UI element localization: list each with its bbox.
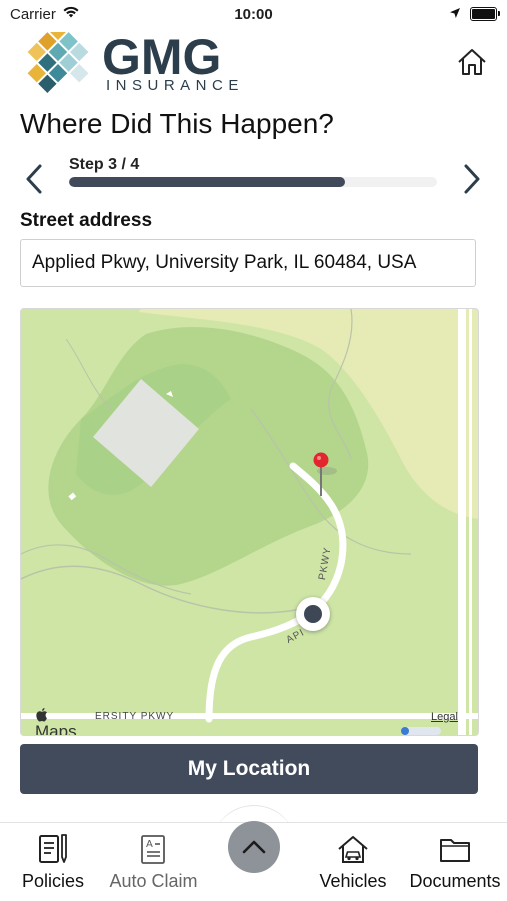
apple-maps-attribution: Maps <box>35 707 77 736</box>
expand-menu-button[interactable] <box>228 821 280 873</box>
tab-documents[interactable]: Documents <box>408 831 502 892</box>
map-tiles <box>21 309 478 735</box>
page-title: Where Did This Happen? <box>20 108 334 139</box>
vehicles-icon <box>335 831 371 867</box>
status-bar: Carrier 10:00 <box>0 0 507 28</box>
tab-label: Policies <box>21 871 85 891</box>
battery-icon <box>470 7 500 21</box>
step-label: Step 3 / 4 <box>69 156 140 173</box>
previous-step-button[interactable] <box>20 162 50 196</box>
tab-label: Vehicles <box>319 871 387 891</box>
tab-label: Auto Claim <box>109 871 198 891</box>
auto-claim-icon: A <box>136 831 172 867</box>
map-legal-link[interactable]: Legal <box>431 711 458 723</box>
road-label-university-pkwy: ERSITY PKWY <box>95 711 175 722</box>
logo-mark-icon <box>27 21 89 93</box>
tab-policies[interactable]: Policies <box>18 831 88 892</box>
chevron-left-icon <box>26 164 42 194</box>
step-progress-bar <box>69 177 437 187</box>
step-progress-fill <box>69 177 345 187</box>
chevron-up-icon <box>242 840 266 854</box>
documents-icon <box>437 831 473 867</box>
tab-auto-claim[interactable]: A Auto Claim <box>106 831 201 892</box>
tab-vehicles[interactable]: Vehicles <box>316 831 390 892</box>
street-address-input[interactable] <box>20 239 476 287</box>
maps-label: Maps <box>35 722 77 736</box>
policies-icon <box>35 831 71 867</box>
stepper: Step 3 / 4 <box>0 152 507 202</box>
tab-label: Documents <box>409 871 501 891</box>
home-icon <box>458 49 486 75</box>
chevron-right-icon <box>464 164 480 194</box>
map-view[interactable]: PKWY API Maps ERSITY PKWY Legal <box>20 308 479 736</box>
apple-logo-icon <box>36 708 47 722</box>
location-pin-icon[interactable] <box>313 452 329 498</box>
next-step-button[interactable] <box>456 162 486 196</box>
brand-tagline: INSURANCE <box>106 77 244 94</box>
current-location-dot <box>296 597 330 631</box>
clock: 10:00 <box>234 6 273 23</box>
svg-text:A: A <box>146 839 153 850</box>
brand-logo: GMG INSURANCE <box>24 21 254 96</box>
street-address-label: Street address <box>20 210 153 231</box>
home-button[interactable] <box>456 46 488 78</box>
location-arrow-icon <box>449 6 461 23</box>
my-location-button[interactable]: My Location <box>20 744 478 794</box>
